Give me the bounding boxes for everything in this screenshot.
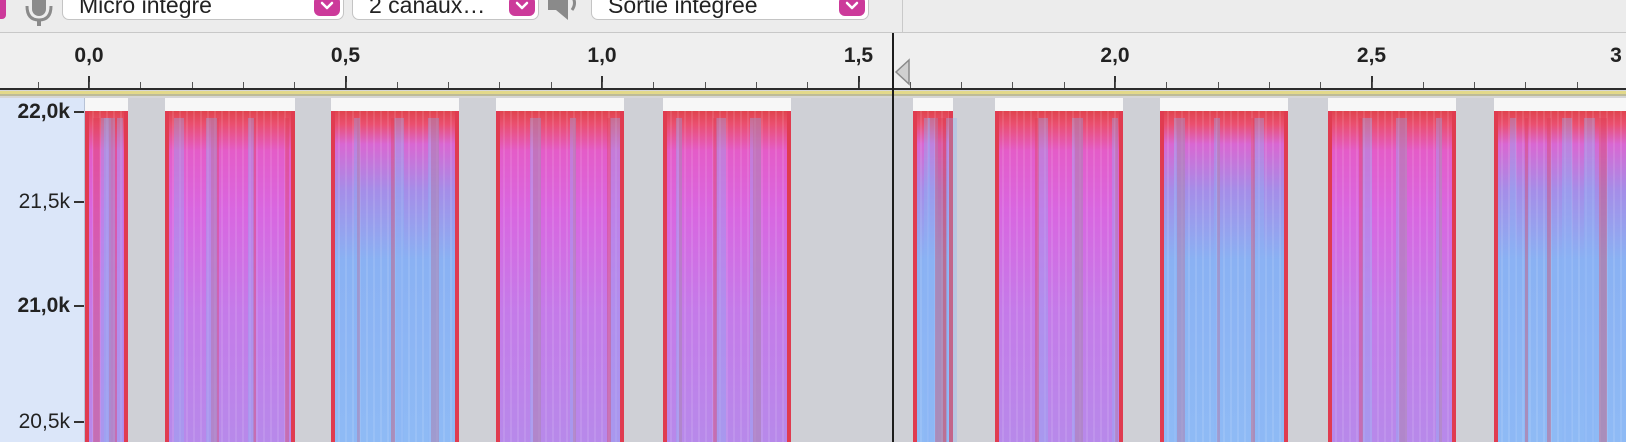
device-toolbar: Micro intégré 2 canaux… Sortie intégrée	[0, 0, 1626, 33]
ruler-tick-label: 0,5	[330, 44, 361, 67]
ruler-tick-label: 2,0	[1100, 44, 1130, 67]
output-device-value: Sortie intégrée	[608, 0, 758, 18]
scale-tick	[74, 201, 84, 203]
clip-top-shadow	[0, 94, 1626, 96]
input-device-value: Micro intégré	[79, 0, 212, 18]
channels-select[interactable]: 2 canaux…	[352, 0, 539, 20]
audio-segment	[1160, 98, 1288, 442]
ruler-baseline	[0, 88, 1626, 90]
audio-segment	[331, 98, 459, 442]
microphone-icon	[25, 0, 53, 26]
ruler-tick-label: 1,5	[843, 44, 874, 67]
ruler-tick-label: 1,0	[587, 44, 617, 67]
scale-label-21-5k: 21,5k	[18, 190, 70, 213]
channels-value: 2 canaux…	[369, 0, 486, 18]
audio-segment	[913, 98, 957, 442]
frequency-scale[interactable]: 22,0k 21,5k 21,0k 20,5k	[0, 98, 85, 442]
speaker-icon	[548, 0, 576, 20]
chevron-down-icon[interactable]	[509, 0, 535, 16]
audio-segment	[85, 98, 128, 442]
scale-tick	[74, 111, 84, 113]
ruler-tick-label: 2,5	[1356, 44, 1387, 67]
playhead-marker-icon[interactable]	[893, 58, 911, 86]
scale-tick	[74, 421, 84, 423]
ruler-tick-label: 0,0	[74, 44, 104, 67]
audio-segment	[1328, 98, 1456, 442]
scale-tick	[74, 305, 84, 307]
chevron-down-icon[interactable]	[314, 0, 340, 16]
scale-label-20-5k: 20,5k	[18, 410, 70, 433]
chevron-down-icon[interactable]	[839, 0, 865, 16]
scale-label-21k: 21,0k	[17, 294, 70, 317]
ruler-tick-label: 3	[1610, 44, 1622, 67]
audio-segment	[496, 98, 624, 442]
prev-dropdown-edge[interactable]	[0, 0, 6, 19]
spectrogram-view[interactable]	[85, 98, 1626, 442]
scale-label-22k: 22,0k	[17, 100, 70, 123]
audio-segment	[165, 98, 295, 442]
input-device-select[interactable]: Micro intégré	[62, 0, 344, 20]
output-device-select[interactable]: Sortie intégrée	[591, 0, 869, 20]
toolbar-empty-area	[902, 0, 1626, 32]
audio-segment	[663, 98, 791, 442]
audio-segment	[995, 98, 1123, 442]
playhead-line[interactable]	[892, 33, 894, 442]
audio-segment	[1494, 98, 1626, 442]
